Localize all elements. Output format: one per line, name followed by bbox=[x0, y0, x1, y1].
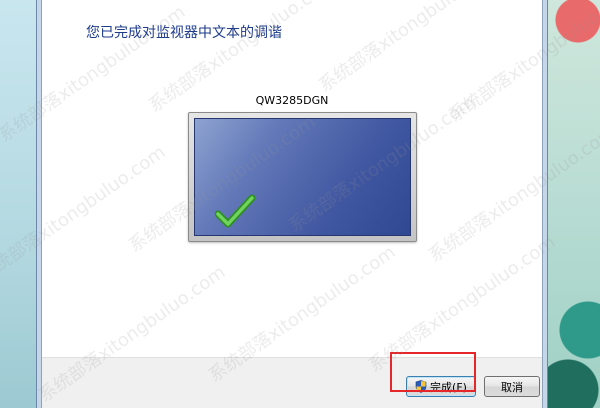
monitor-screen bbox=[194, 118, 411, 236]
monitor-illustration bbox=[188, 112, 417, 242]
cancel-button-label: 取消 bbox=[501, 380, 523, 394]
finish-button-highlight bbox=[390, 352, 476, 392]
cleartype-tuner-window: 您已完成对监视器中文本的调谐 QW3285DGN 完成(F) 取消 bbox=[36, 0, 548, 408]
checkmark-icon bbox=[215, 194, 255, 228]
page-title: 您已完成对监视器中文本的调谐 bbox=[86, 25, 282, 41]
monitor-name-label: QW3285DGN bbox=[255, 94, 329, 107]
desktop-wallpaper-right bbox=[548, 0, 600, 408]
cancel-button[interactable]: 取消 bbox=[484, 376, 540, 397]
dialog-content: 您已完成对监视器中文本的调谐 QW3285DGN 完成(F) 取消 bbox=[41, 0, 543, 408]
desktop-wallpaper-left bbox=[0, 0, 36, 408]
